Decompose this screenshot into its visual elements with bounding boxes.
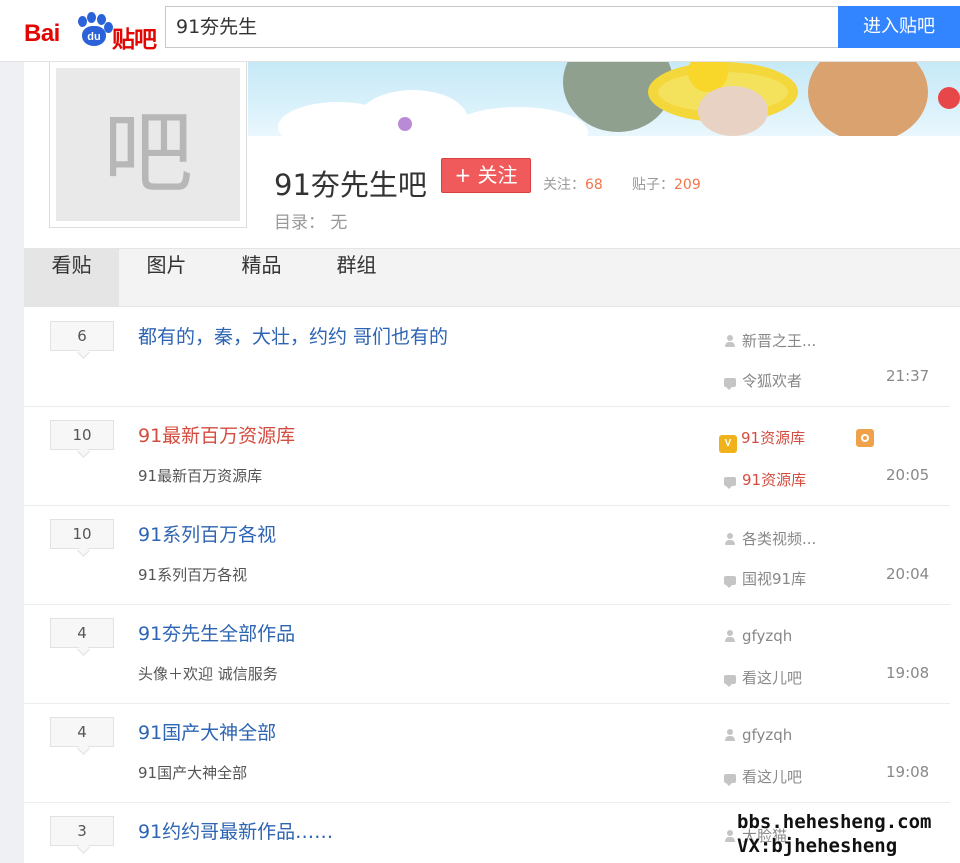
post-stat: 贴子：209	[632, 174, 701, 194]
forum-tabs: 看贴 图片 精品 群组	[24, 248, 960, 307]
thread-abstract: 91最新百万资源库	[138, 467, 263, 485]
watermark-line-1: bbs.hehesheng.com	[737, 811, 932, 833]
thread-author[interactable]: 各类视频...	[724, 528, 816, 549]
user-icon	[724, 533, 736, 545]
tab-posts[interactable]: 看贴	[24, 249, 119, 306]
thread-author[interactable]: gfyzqh	[724, 726, 792, 744]
reply-count: 10	[50, 519, 114, 549]
reply-time: 20:05	[886, 466, 930, 484]
thread-title[interactable]: 91国产大神全部	[138, 718, 276, 745]
watermark-line-2: VX:bjhehesheng	[737, 835, 898, 857]
user-icon	[724, 830, 736, 842]
thread-title[interactable]: 都有的，秦，大壮，约约 哥们也有的	[138, 322, 448, 349]
author-name: 各类视频...	[742, 530, 817, 548]
logo-bai-text: Bai	[24, 20, 60, 47]
user-icon	[724, 335, 736, 347]
reply-count: 6	[50, 321, 114, 351]
paw-icon: du	[76, 12, 113, 48]
thread-author[interactable]: V 91资源库	[719, 427, 805, 453]
thread-item[interactable]: 6 都有的，秦，大壮，约约 哥们也有的 新晋之王... 令狐欢者 21:37	[24, 308, 950, 407]
reply-count: 10	[50, 420, 114, 450]
last-reply[interactable]: 看这儿吧	[724, 766, 802, 787]
author-name: gfyzqh	[742, 726, 793, 744]
forum-avatar: 吧	[49, 62, 247, 228]
author-name: 91资源库	[741, 429, 806, 447]
last-reply-name: 国视91库	[742, 570, 807, 588]
vip-badge-icon: V	[719, 435, 737, 453]
reply-time: 21:37	[886, 367, 930, 385]
comment-icon	[724, 675, 736, 687]
thread-item[interactable]: 4 91国产大神全部 91国产大神全部 gfyzqh 看这儿吧 19:08	[24, 704, 950, 803]
reply-count: 4	[50, 618, 114, 648]
reply-time: 19:08	[886, 763, 930, 781]
follow-stat-label: 关注：	[543, 177, 585, 193]
thread-item[interactable]: 10 91最新百万资源库 91最新百万资源库 V 91资源库 91资源库 20:0…	[24, 407, 950, 506]
last-reply[interactable]: 看这儿吧	[724, 667, 802, 688]
comment-icon	[724, 774, 736, 786]
last-reply-name: 看这儿吧	[742, 669, 803, 687]
author-name: 新晋之王...	[742, 332, 817, 350]
thread-abstract: 91国产大神全部	[138, 764, 248, 782]
follow-count: 68	[585, 177, 603, 193]
last-reply[interactable]: 91资源库	[724, 469, 806, 490]
thread-abstract: 91系列百万各视	[138, 566, 248, 584]
comment-icon	[724, 378, 736, 390]
last-reply-name: 91资源库	[742, 471, 807, 489]
reply-time: 19:08	[886, 664, 930, 682]
user-icon	[724, 630, 736, 642]
thread-author[interactable]: 新晋之王...	[724, 330, 816, 351]
thread-title[interactable]: 91夯先生全部作品	[138, 619, 295, 646]
forum-card: 吧 91夯先生吧 + 关注 关注：68 贴子：209 目录： 无 看贴 图片 精…	[24, 62, 960, 863]
forum-banner	[248, 62, 960, 136]
tab-images[interactable]: 图片	[119, 249, 214, 306]
user-icon	[724, 729, 736, 741]
author-name: gfyzqh	[742, 627, 793, 645]
thread-abstract: 头像＋欢迎 诚信服务	[138, 665, 278, 683]
follow-button[interactable]: + 关注	[441, 158, 531, 193]
medal-icon	[856, 429, 874, 447]
watermark: bbs.hehesheng.com VX:bjhehesheng	[737, 810, 931, 858]
search-input[interactable]: 91夯先生	[165, 6, 839, 48]
comment-icon	[724, 477, 736, 489]
thread-item[interactable]: 10 91系列百万各视 91系列百万各视 各类视频... 国视91库 20:04	[24, 506, 950, 605]
forum-name: 91夯先生吧	[274, 168, 427, 202]
thread-author[interactable]: gfyzqh	[724, 627, 792, 645]
thread-title[interactable]: 91约约哥最新作品……	[138, 817, 333, 844]
reply-count: 3	[50, 816, 114, 846]
last-reply[interactable]: 国视91库	[724, 568, 806, 589]
top-bar: Bai du 贴吧 91夯先生 进入贴吧	[0, 0, 960, 62]
thread-title[interactable]: 91最新百万资源库	[138, 421, 295, 448]
thread-title[interactable]: 91系列百万各视	[138, 520, 276, 547]
reply-count: 4	[50, 717, 114, 747]
last-reply-name: 令狐欢者	[742, 372, 803, 390]
last-reply-name: 看这儿吧	[742, 768, 803, 786]
last-reply[interactable]: 令狐欢者	[724, 370, 802, 391]
logo-tieba-text: 贴吧	[112, 27, 157, 53]
tab-groups[interactable]: 群组	[309, 249, 404, 306]
tab-featured[interactable]: 精品	[214, 249, 309, 306]
reply-time: 20:04	[886, 565, 930, 583]
post-stat-label: 贴子：	[632, 177, 674, 193]
logo-du-text: du	[82, 26, 106, 46]
baidu-tieba-logo[interactable]: Bai du 贴吧	[24, 10, 157, 53]
thread-item[interactable]: 4 91夯先生全部作品 头像＋欢迎 诚信服务 gfyzqh 看这儿吧 19:08	[24, 605, 950, 704]
forum-avatar-char: 吧	[56, 68, 240, 221]
enter-tieba-button[interactable]: 进入贴吧	[838, 6, 960, 48]
forum-catalog: 目录： 无	[274, 213, 348, 233]
follow-stat: 关注：68	[543, 174, 603, 194]
comment-icon	[724, 576, 736, 588]
post-count: 209	[674, 177, 701, 193]
